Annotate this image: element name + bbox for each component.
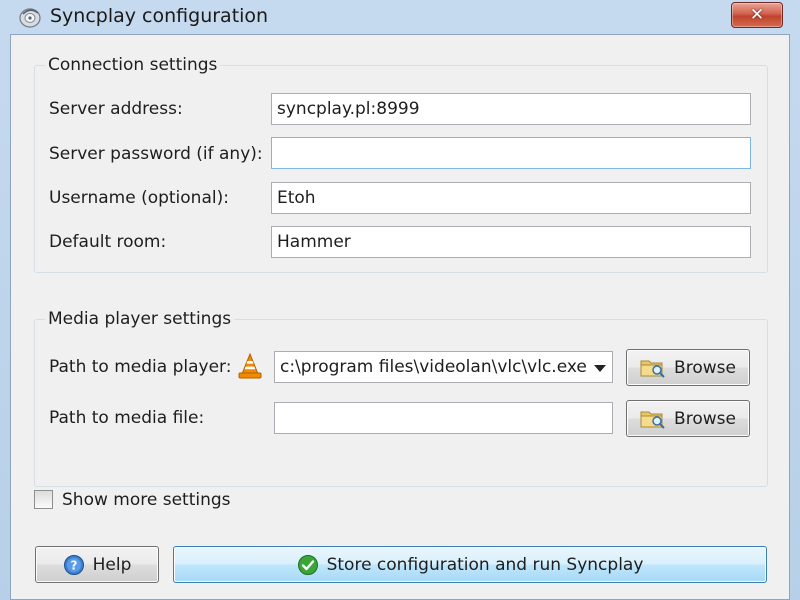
media-player-settings-group: Media player settings Path to media play… <box>34 309 768 487</box>
media-player-settings-title: Media player settings <box>45 309 235 329</box>
browse-player-button[interactable]: Browse <box>626 349 750 386</box>
media-player-path-combo[interactable]: c:\program files\videolan\vlc\vlc.exe <box>274 351 613 383</box>
dialog-body: Connection settings Server address: sync… <box>10 34 790 600</box>
username-input[interactable]: Etoh <box>271 182 751 214</box>
close-window-button[interactable]: ✕ <box>731 2 783 28</box>
default-room-label: Default room: <box>49 232 167 252</box>
store-and-run-button[interactable]: Store configuration and run Syncplay <box>173 546 767 583</box>
syncplay-config-window: Syncplay configuration ✕ Connection sett… <box>0 0 800 600</box>
folder-search-icon <box>640 360 665 378</box>
default-room-input[interactable]: Hammer <box>271 226 751 258</box>
server-address-input[interactable]: syncplay.pl:8999 <box>271 93 751 125</box>
show-more-settings-label[interactable]: Show more settings <box>62 489 231 511</box>
server-password-input[interactable] <box>271 137 751 169</box>
help-button[interactable]: ? Help <box>35 546 159 583</box>
media-file-path-input[interactable] <box>274 402 613 434</box>
title-bar[interactable]: Syncplay configuration ✕ <box>0 0 800 34</box>
vlc-cone-icon <box>238 352 262 379</box>
username-label: Username (optional): <box>49 188 229 208</box>
media-player-path-label: Path to media player: <box>49 357 232 377</box>
help-label: Help <box>92 554 132 575</box>
browse-file-button[interactable]: Browse <box>626 400 750 437</box>
browse-player-label: Browse <box>674 357 736 378</box>
help-icon: ? <box>63 554 84 575</box>
media-file-path-label: Path to media file: <box>49 408 205 428</box>
store-and-run-label: Store configuration and run Syncplay <box>326 554 644 575</box>
server-password-label: Server password (if any): <box>49 144 263 164</box>
svg-text:?: ? <box>70 558 77 572</box>
connection-settings-group: Connection settings Server address: sync… <box>34 55 768 273</box>
folder-search-icon <box>640 411 665 429</box>
browse-file-label: Browse <box>674 408 736 429</box>
window-title: Syncplay configuration <box>50 5 269 27</box>
checkmark-icon <box>297 554 318 575</box>
media-player-path-value: c:\program files\videolan\vlc\vlc.exe <box>280 357 587 377</box>
close-icon: ✕ <box>749 5 765 25</box>
syncplay-app-icon <box>19 8 41 28</box>
show-more-settings-checkbox[interactable] <box>34 490 53 509</box>
server-address-label: Server address: <box>49 99 183 119</box>
connection-settings-title: Connection settings <box>45 55 221 75</box>
chevron-down-icon <box>594 365 606 372</box>
